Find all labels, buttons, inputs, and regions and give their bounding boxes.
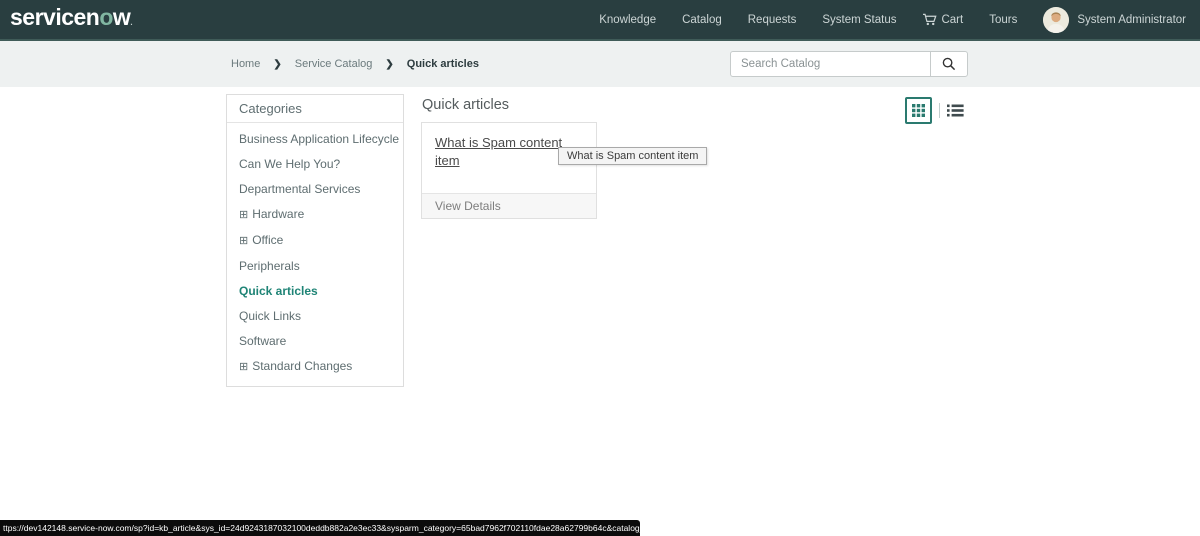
logo-green-o: o xyxy=(99,4,113,30)
category-hardware[interactable]: ⊞Hardware xyxy=(227,202,403,228)
nav-item-cart[interactable]: Cart xyxy=(922,13,963,26)
user-menu[interactable]: System Administrator xyxy=(1043,7,1186,33)
breadcrumb-item-quick-articles: Quick articles xyxy=(407,58,479,70)
user-avatar-icon xyxy=(1043,7,1069,33)
servicenow-logo[interactable]: servicenow. xyxy=(10,0,132,43)
category-business-application-lifecycle-manage[interactable]: ⊞Business Application Lifecycle Manage..… xyxy=(227,127,403,152)
list-view-button[interactable] xyxy=(947,104,964,117)
link-tooltip: What is Spam content item xyxy=(558,147,707,165)
search-input[interactable] xyxy=(731,52,930,76)
nav-item-knowledge[interactable]: Knowledge xyxy=(599,14,656,26)
category-quick-links[interactable]: ⊞Quick Links xyxy=(227,304,403,329)
grid-view-button[interactable] xyxy=(905,97,932,124)
breadcrumb: Home ❯ Service Catalog ❯ Quick articles xyxy=(231,41,479,87)
catalog-item-card: What is Spam content item View Details xyxy=(421,122,597,219)
top-nav: servicenow. Knowledge Catalog Requests xyxy=(0,0,1200,41)
header-nav: Knowledge Catalog Requests System Status xyxy=(599,13,1017,26)
logo-text-2: w xyxy=(113,4,130,30)
nav-item-system-status[interactable]: System Status xyxy=(822,14,896,26)
breadcrumb-item-home[interactable]: Home xyxy=(231,58,260,70)
chevron-right-icon: ❯ xyxy=(273,59,281,70)
view-details-button[interactable]: View Details xyxy=(422,193,596,218)
expand-plus-icon: ⊞ xyxy=(239,235,248,247)
breadcrumb-item-service-catalog[interactable]: Service Catalog xyxy=(295,58,373,70)
logo-trademark: . xyxy=(130,18,132,27)
catalog-search xyxy=(730,51,968,77)
category-office[interactable]: ⊞Office xyxy=(227,228,403,254)
nav-item-requests[interactable]: Requests xyxy=(748,14,797,26)
categories-list: ⊞Business Application Lifecycle Manage..… xyxy=(227,123,403,386)
category-software[interactable]: ⊞Software xyxy=(227,329,403,354)
search-button[interactable] xyxy=(930,52,967,76)
page-title: Quick articles xyxy=(422,96,841,114)
user-name: System Administrator xyxy=(1077,14,1186,26)
chevron-right-icon: ❯ xyxy=(385,59,393,70)
category-peripherals[interactable]: ⊞Peripherals xyxy=(227,254,403,279)
status-url-bar: ttps://dev142148.service-now.com/sp?id=k… xyxy=(0,520,640,536)
grid-view-icon xyxy=(912,104,925,117)
view-toggle-divider xyxy=(939,103,940,118)
categories-title: Categories xyxy=(227,95,403,123)
nav-item-catalog[interactable]: Catalog xyxy=(682,14,722,26)
nav-item-tours[interactable]: Tours xyxy=(989,14,1017,26)
category-standard-changes[interactable]: ⊞Standard Changes xyxy=(227,354,403,380)
category-quick-articles[interactable]: ⊞Quick articles xyxy=(227,279,403,304)
search-icon xyxy=(942,57,956,71)
list-view-icon xyxy=(947,104,964,117)
expand-plus-icon: ⊞ xyxy=(239,361,248,373)
expand-plus-icon: ⊞ xyxy=(239,209,248,221)
category-departmental-services[interactable]: ⊞Departmental Services xyxy=(227,177,403,202)
cart-icon xyxy=(922,13,937,26)
view-toggle xyxy=(905,97,964,124)
breadcrumb-bar: Home ❯ Service Catalog ❯ Quick articles xyxy=(0,41,1200,87)
logo-text-1: servicen xyxy=(10,4,99,30)
page-content: Categories ⊞Business Application Lifecyc… xyxy=(0,87,1200,534)
item-link[interactable]: What is Spam content item xyxy=(435,135,562,168)
categories-panel: Categories ⊞Business Application Lifecyc… xyxy=(226,94,404,387)
category-can-we-help-you[interactable]: ⊞Can We Help You? xyxy=(227,152,403,177)
